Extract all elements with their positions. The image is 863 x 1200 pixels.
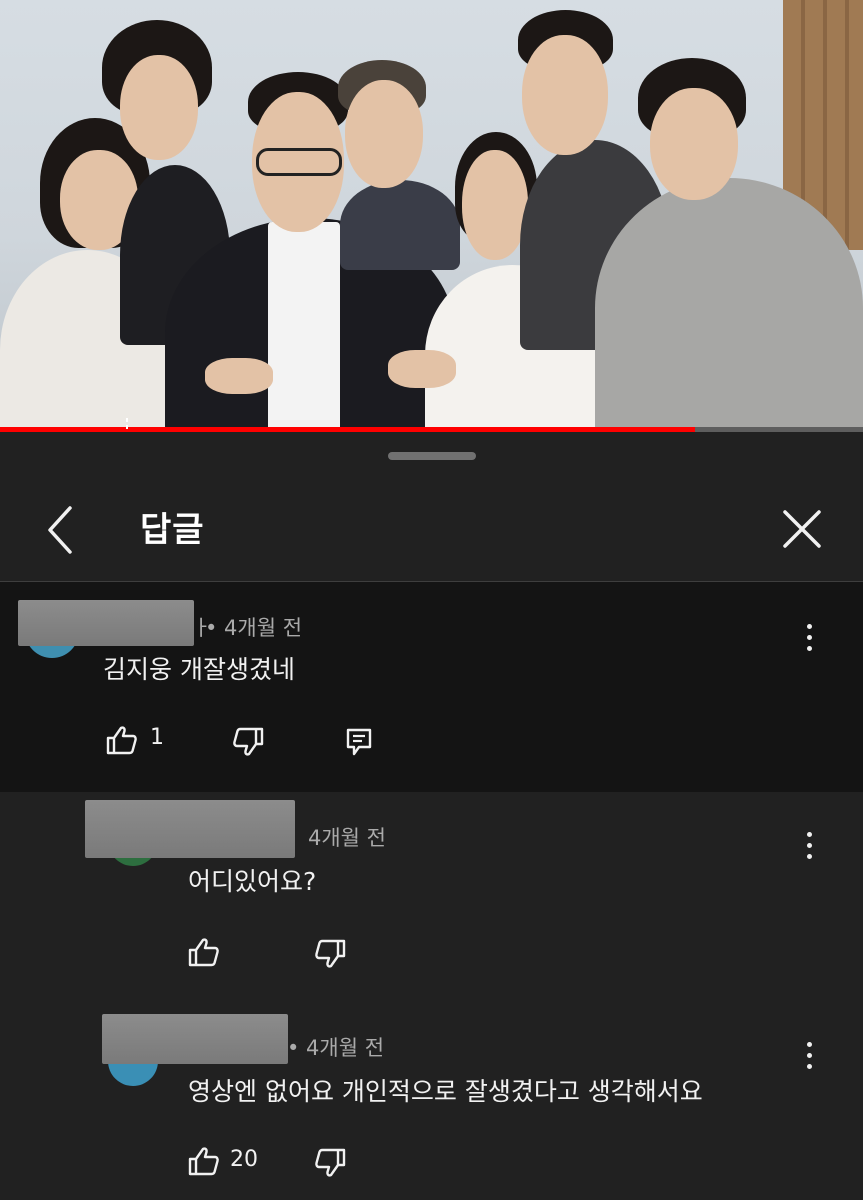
video-player[interactable] (0, 0, 863, 430)
comment-timestamp: 4개월 전 (308, 826, 386, 850)
comment-text: 어디있어요? (188, 867, 317, 896)
thumbs-up-icon[interactable] (106, 725, 138, 755)
redacted-username (102, 1014, 288, 1064)
comment-text: 영상엔 없어요 개인적으로 잘생겼다고 생각해서요 (188, 1077, 703, 1106)
like-count: 20 (230, 1147, 258, 1172)
more-vertical-icon[interactable] (797, 1040, 821, 1076)
page-title: 답글 (140, 510, 205, 550)
thumbs-down-icon[interactable] (314, 1148, 346, 1178)
more-vertical-icon[interactable] (797, 830, 821, 866)
thumbs-down-icon[interactable] (232, 727, 264, 757)
reply-icon[interactable] (345, 727, 373, 757)
redacted-username (18, 600, 194, 646)
thumbs-up-icon[interactable] (188, 937, 220, 967)
drag-handle[interactable] (388, 452, 476, 460)
redacted-username (85, 800, 295, 858)
close-x-icon[interactable] (777, 504, 827, 554)
highlighted-comment: ㅏ • 4개월 전 김지웅 개잘생겼네 1 (0, 582, 863, 792)
comment-text: 김지웅 개잘생겼네 (103, 655, 295, 684)
chevron-left-icon[interactable] (38, 500, 82, 560)
comment-timestamp: • 4개월 전 (287, 1036, 385, 1060)
thumbs-up-icon[interactable] (188, 1146, 220, 1176)
thumbs-down-icon[interactable] (314, 939, 346, 969)
replies-sheet: 답글 ㅏ • 4개월 전 김지웅 개잘생겼네 1 4개월 전 어디있어요? • … (0, 432, 863, 1200)
more-vertical-icon[interactable] (797, 622, 821, 658)
like-count: 1 (150, 725, 164, 750)
comment-timestamp: • 4개월 전 (205, 616, 303, 640)
